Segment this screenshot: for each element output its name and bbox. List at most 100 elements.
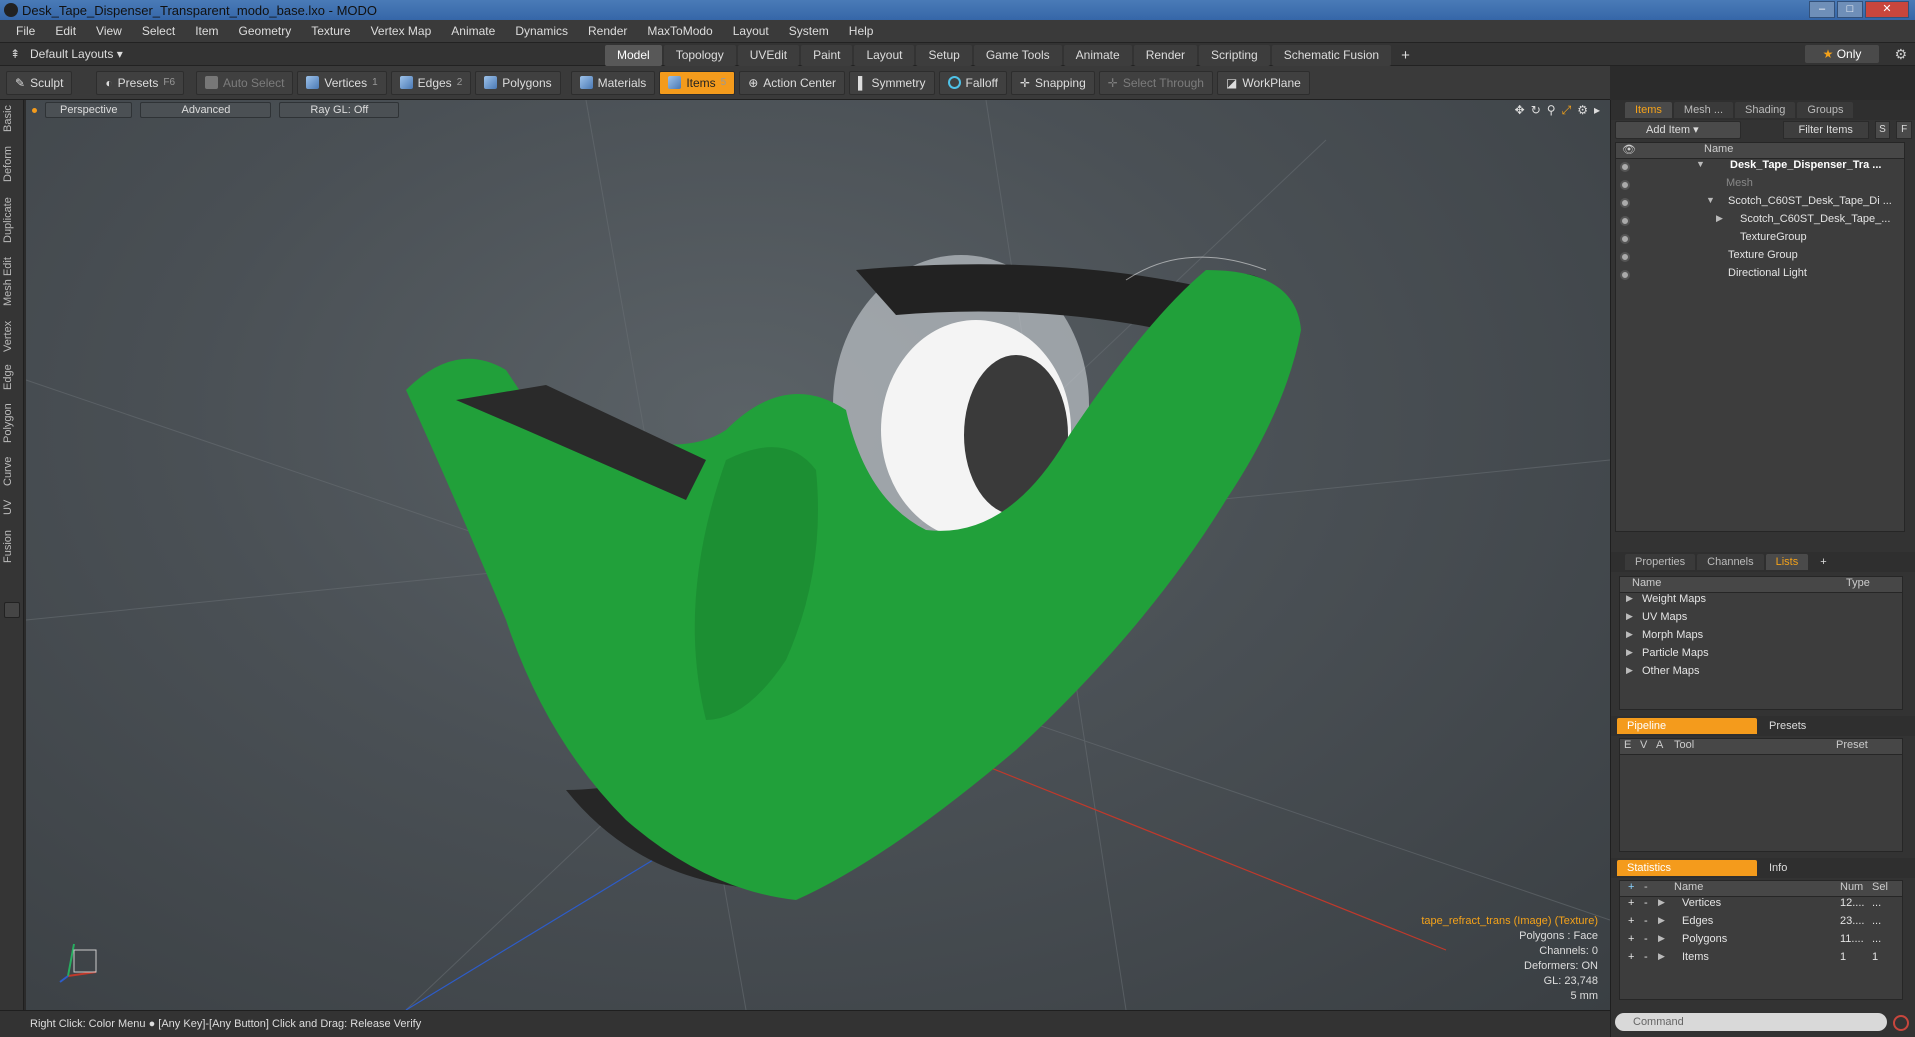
menu-help[interactable]: Help bbox=[839, 24, 884, 38]
add-item-button[interactable]: Add Item ▾ bbox=[1615, 121, 1741, 139]
menu-maxtomodo[interactable]: MaxToModo bbox=[637, 24, 722, 38]
menu-render[interactable]: Render bbox=[578, 24, 637, 38]
maximize-icon[interactable]: □ bbox=[1837, 1, 1863, 18]
list-item[interactable]: ▶ UV Maps bbox=[1620, 611, 1902, 629]
tab-items[interactable]: Items bbox=[1625, 102, 1672, 118]
list-item[interactable]: ▶ Particle Maps bbox=[1620, 647, 1902, 665]
menu-texture[interactable]: Texture bbox=[301, 24, 360, 38]
plus-icon[interactable]: + bbox=[1628, 933, 1634, 945]
add-panel-tab-icon[interactable]: + bbox=[1810, 554, 1836, 570]
tab-render[interactable]: Render bbox=[1133, 45, 1198, 66]
perspective-button[interactable]: Perspective bbox=[45, 102, 133, 118]
filter-items-button[interactable]: Filter Items bbox=[1782, 121, 1869, 139]
minus-icon[interactable]: - bbox=[1644, 881, 1648, 893]
gear-icon[interactable]: ⚙ bbox=[1894, 46, 1907, 63]
polygons-button[interactable]: Polygons bbox=[475, 70, 561, 95]
menu-geometry[interactable]: Geometry bbox=[229, 24, 302, 38]
tab-groups[interactable]: Groups bbox=[1797, 102, 1854, 118]
viewport-expand-icon[interactable]: ▸ bbox=[1594, 103, 1600, 118]
f-button[interactable]: F bbox=[1896, 121, 1913, 139]
tab-lists[interactable]: Lists bbox=[1765, 554, 1809, 570]
chevron-right-icon[interactable]: ▶ bbox=[1658, 897, 1665, 908]
command-input[interactable]: Command bbox=[1615, 1013, 1887, 1031]
tab-statistics[interactable]: Statistics bbox=[1617, 860, 1757, 876]
tab-presets[interactable]: Presets bbox=[1759, 718, 1816, 734]
select-through-button[interactable]: ✛ Select Through bbox=[1098, 70, 1213, 95]
menu-dynamics[interactable]: Dynamics bbox=[505, 24, 578, 38]
left-panel-toggle[interactable] bbox=[4, 602, 20, 618]
chevron-right-icon[interactable]: ▶ bbox=[1626, 629, 1633, 640]
pan-icon[interactable]: ✥ bbox=[1515, 103, 1525, 118]
menu-system[interactable]: System bbox=[779, 24, 839, 38]
minus-icon[interactable]: - bbox=[1644, 897, 1648, 909]
tab-schematic-fusion[interactable]: Schematic Fusion bbox=[1271, 45, 1392, 66]
items-button[interactable]: Items 5 bbox=[659, 70, 736, 95]
tab-scripting[interactable]: Scripting bbox=[1199, 45, 1270, 66]
stat-row-items[interactable]: + - ▶ Items 1 1 bbox=[1620, 951, 1902, 969]
zoom-icon[interactable]: ⚲ bbox=[1547, 103, 1556, 118]
chevron-right-icon[interactable]: ▶ bbox=[1658, 951, 1665, 962]
plus-icon[interactable]: + bbox=[1628, 897, 1634, 909]
list-item[interactable]: ▶ Morph Maps bbox=[1620, 629, 1902, 647]
action-center-button[interactable]: ⊕ Action Center bbox=[739, 70, 845, 95]
s-button[interactable]: S bbox=[1874, 121, 1891, 139]
plus-icon[interactable]: + bbox=[1628, 881, 1634, 893]
symmetry-button[interactable]: ▌ Symmetry bbox=[848, 70, 935, 95]
tab-pipeline[interactable]: Pipeline bbox=[1617, 718, 1757, 734]
edges-button[interactable]: Edges 2 bbox=[390, 70, 472, 95]
workplane-button[interactable]: ◪ WorkPlane bbox=[1216, 70, 1310, 95]
vtab-duplicate[interactable]: Duplicate bbox=[2, 194, 22, 246]
visibility-icon[interactable] bbox=[1620, 252, 1630, 262]
item-row-mesh[interactable]: Mesh bbox=[1616, 177, 1904, 195]
close-icon[interactable]: ✕ bbox=[1865, 1, 1909, 18]
menu-select[interactable]: Select bbox=[132, 24, 185, 38]
minus-icon[interactable]: - bbox=[1644, 933, 1648, 945]
command-record-icon[interactable] bbox=[1893, 1015, 1909, 1031]
tab-layout[interactable]: Layout bbox=[854, 45, 915, 66]
snapping-button[interactable]: ✛ Snapping bbox=[1010, 70, 1095, 95]
tab-setup[interactable]: Setup bbox=[916, 45, 972, 66]
fit-icon[interactable]: ⤢ bbox=[1562, 103, 1572, 118]
tab-animate[interactable]: Animate bbox=[1063, 45, 1132, 66]
tab-game-tools[interactable]: Game Tools bbox=[973, 45, 1062, 66]
vtab-curve[interactable]: Curve bbox=[2, 454, 22, 488]
menu-item[interactable]: Item bbox=[185, 24, 228, 38]
vtab-polygon[interactable]: Polygon bbox=[2, 400, 22, 446]
vtab-mesh-edit[interactable]: Mesh Edit bbox=[2, 256, 22, 308]
minus-icon[interactable]: - bbox=[1644, 951, 1648, 963]
visibility-icon[interactable] bbox=[1620, 162, 1630, 172]
viewport-menu-icon[interactable] bbox=[32, 107, 37, 113]
tab-paint[interactable]: Paint bbox=[801, 45, 853, 66]
chevron-right-icon[interactable]: ▶ bbox=[1658, 915, 1665, 926]
tab-model[interactable]: Model bbox=[605, 45, 662, 66]
stat-row-edges[interactable]: + - ▶ Edges 23....... bbox=[1620, 915, 1902, 933]
tab-shading[interactable]: Shading bbox=[1735, 102, 1796, 118]
vtab-basic[interactable]: Basic bbox=[2, 104, 22, 134]
visibility-icon[interactable] bbox=[1620, 180, 1630, 190]
chevron-right-icon[interactable]: ▶ bbox=[1658, 933, 1665, 944]
vtab-fusion[interactable]: Fusion bbox=[2, 526, 22, 566]
chevron-down-icon[interactable]: ▼ bbox=[1696, 159, 1705, 169]
chevron-right-icon[interactable]: ▶ bbox=[1626, 593, 1633, 604]
presets-button[interactable]: ◐ Presets F6 bbox=[96, 70, 185, 95]
item-row-scotch-group[interactable]: ▼ Scotch_C60ST_Desk_Tape_Di ... bbox=[1616, 195, 1904, 213]
chevron-right-icon[interactable]: ▶ bbox=[1626, 647, 1633, 658]
add-tab-icon[interactable]: + bbox=[1393, 45, 1418, 66]
vtab-uv[interactable]: UV bbox=[2, 496, 22, 518]
layout-dropdown[interactable]: Default Layouts ▾ bbox=[30, 47, 123, 61]
chevron-right-icon[interactable]: ▶ bbox=[1626, 611, 1633, 622]
item-row-texture-group[interactable]: Texture Group bbox=[1616, 249, 1904, 267]
chevron-down-icon[interactable]: ▼ bbox=[1706, 195, 1715, 205]
tab-uvedit[interactable]: UVEdit bbox=[737, 45, 800, 66]
visibility-icon[interactable] bbox=[1620, 270, 1630, 280]
item-row-scotch-mesh[interactable]: ▶ Scotch_C60ST_Desk_Tape_... bbox=[1616, 213, 1904, 231]
visibility-icon[interactable] bbox=[1620, 216, 1630, 226]
item-row-directional-light[interactable]: Directional Light bbox=[1616, 267, 1904, 285]
sculpt-button[interactable]: ✎ Sculpt bbox=[6, 70, 73, 95]
tab-mesh[interactable]: Mesh ... bbox=[1673, 102, 1734, 118]
vertices-button[interactable]: Vertices 1 bbox=[297, 70, 387, 95]
list-item[interactable]: ▶ Weight Maps bbox=[1620, 593, 1902, 611]
tab-topology[interactable]: Topology bbox=[663, 45, 736, 66]
menu-animate[interactable]: Animate bbox=[441, 24, 505, 38]
menu-view[interactable]: View bbox=[86, 24, 132, 38]
